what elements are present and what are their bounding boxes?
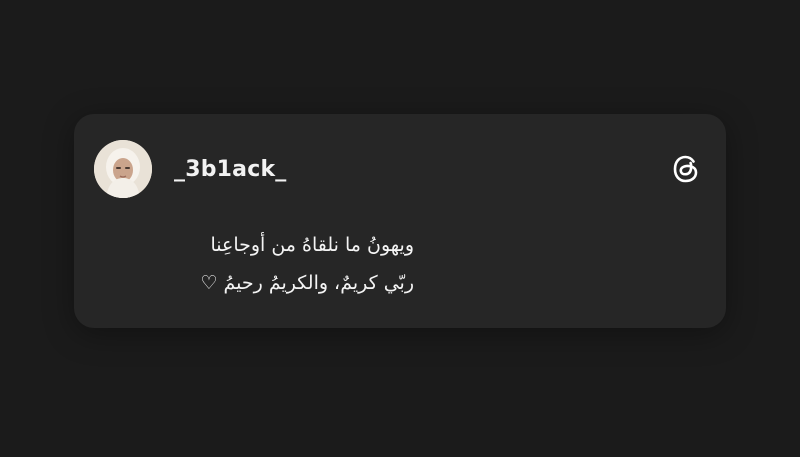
post-header: _3b1ack_ [94, 140, 704, 198]
post-line-1: ويهونُ ما نلقاهُ من أوجاعِنا [210, 234, 414, 256]
threads-logo-glyph [673, 155, 698, 183]
avatar[interactable] [94, 140, 152, 198]
post-text: ويهونُ ما نلقاهُ من أوجاعِنا ربّي كريمٌ،… [94, 226, 414, 302]
threads-logo-icon[interactable] [668, 151, 704, 187]
post-line-2: ربّي كريمٌ، والكريمُ رحيمُ ♡ [200, 272, 414, 294]
username[interactable]: _3b1ack_ [174, 157, 286, 182]
post-card: _3b1ack_ ويهونُ ما نلقاهُ من أوجاعِنا رب… [74, 114, 726, 328]
avatar-image [94, 140, 152, 198]
